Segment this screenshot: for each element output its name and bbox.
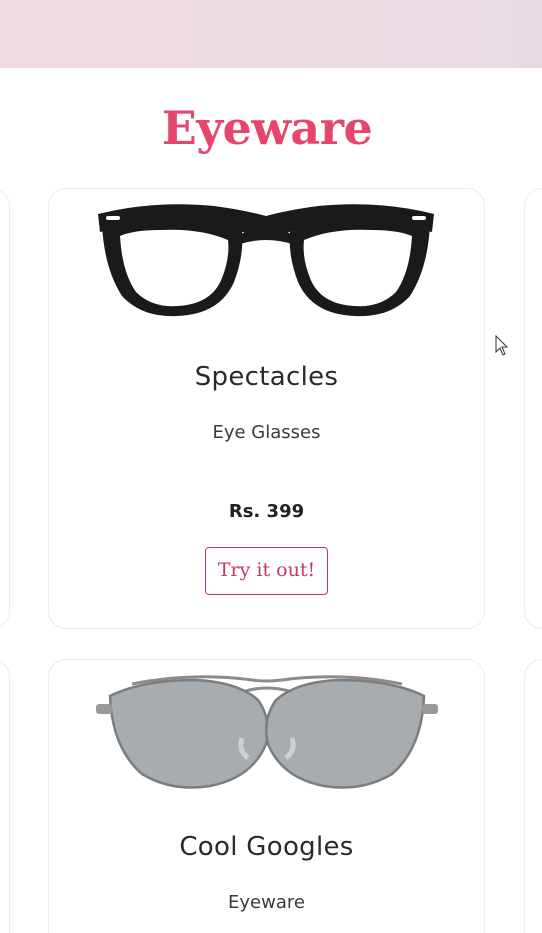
- try-it-out-button[interactable]: Try it out!: [205, 547, 328, 595]
- aviator-sunglasses-image: [96, 675, 438, 789]
- product-card-prev[interactable]: [0, 659, 10, 933]
- product-subtitle: Eye Glasses: [212, 422, 321, 443]
- product-price: Rs. 399: [228, 501, 305, 522]
- product-card-next[interactable]: [524, 188, 542, 629]
- mouse-cursor-icon: [495, 335, 509, 356]
- page: Eyeware Spectacles Eye Glasses Rs. 399 T…: [0, 0, 542, 933]
- product-subtitle: Eyeware: [228, 892, 305, 913]
- spectacles-image: [98, 204, 434, 317]
- product-name: Cool Googles: [179, 832, 354, 862]
- product-name: Spectacles: [194, 362, 339, 392]
- section-title: Eyeware: [161, 101, 373, 155]
- top-banner: [0, 0, 542, 68]
- product-card-prev[interactable]: [0, 188, 10, 629]
- product-card-next[interactable]: [524, 659, 542, 933]
